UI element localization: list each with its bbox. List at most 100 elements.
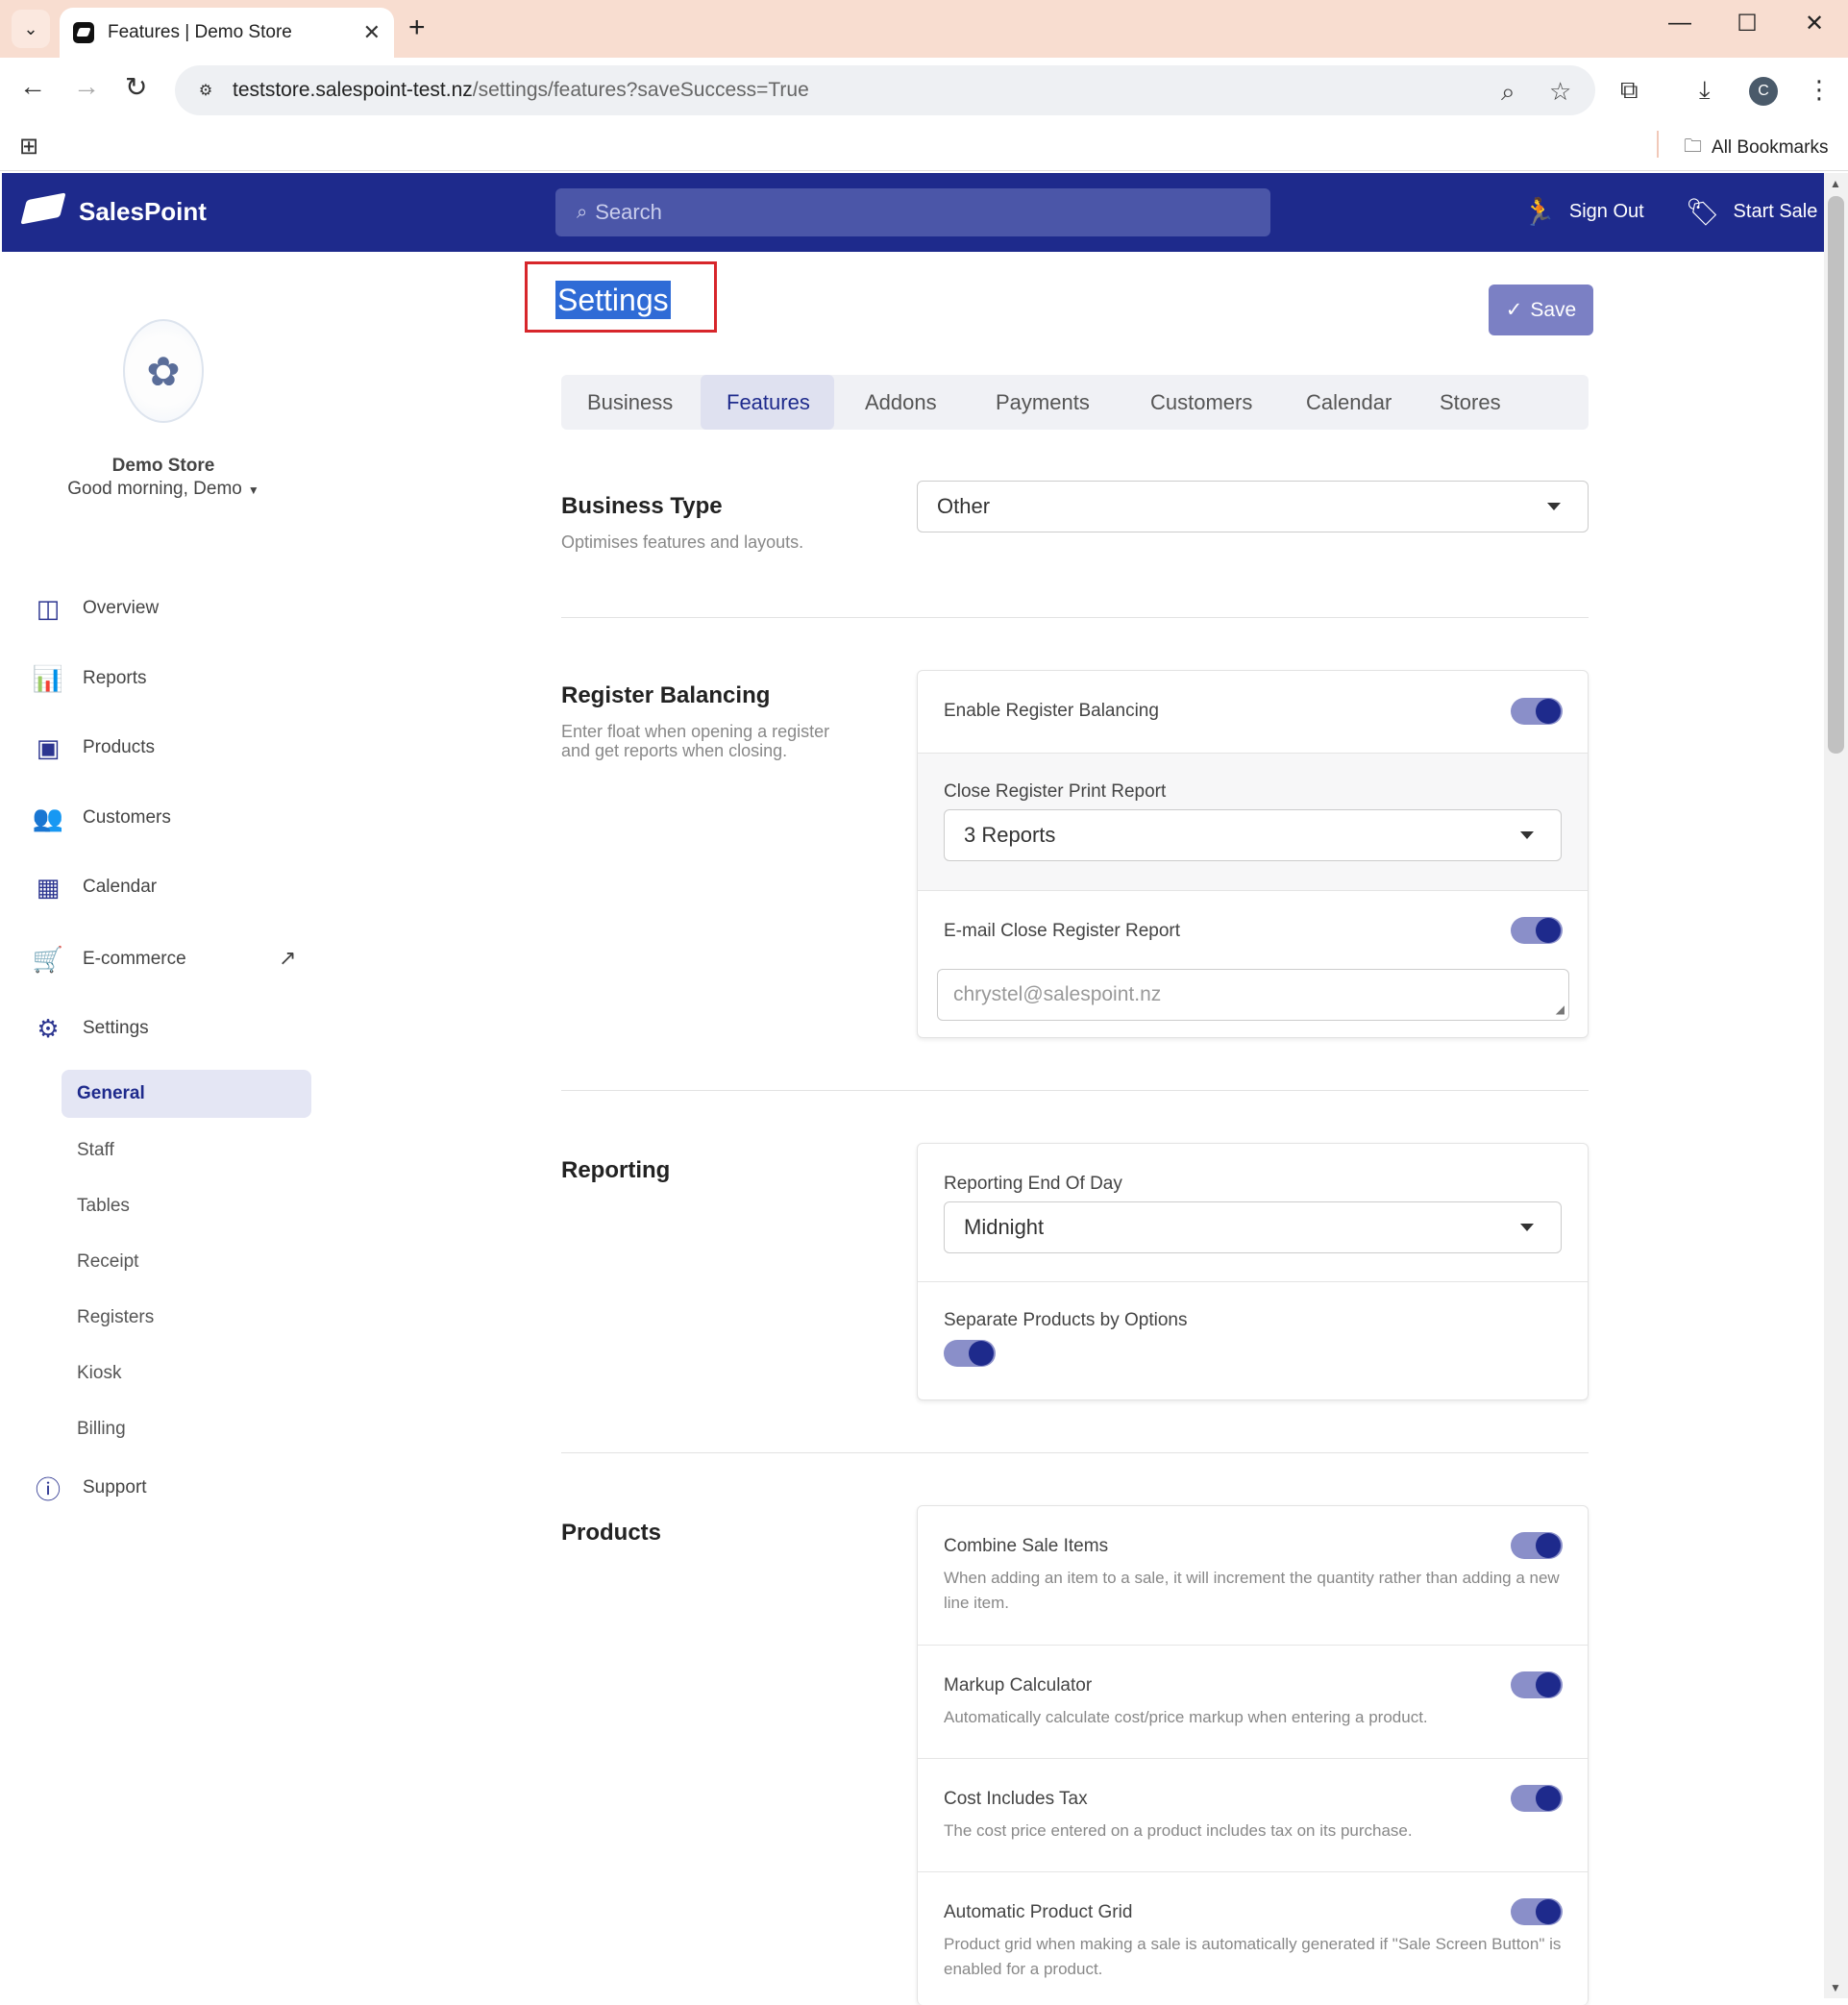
eod-label: Reporting End Of Day bbox=[944, 1174, 1122, 1194]
site-info-icon[interactable]: ⚙ bbox=[192, 77, 219, 104]
tab-calendar[interactable]: Calendar bbox=[1280, 375, 1422, 430]
email-report-field[interactable]: chrystel@salespoint.nz ◢ bbox=[937, 969, 1569, 1021]
scroll-up-icon[interactable]: ▲ bbox=[1830, 177, 1841, 190]
extensions-icon[interactable]: ⧉ bbox=[1620, 75, 1639, 106]
sidebar-item-overview[interactable]: ◫ Overview bbox=[33, 593, 159, 624]
browser-tab[interactable]: Features | Demo Store ✕ bbox=[60, 8, 394, 58]
enable-register-balancing-label: Enable Register Balancing bbox=[944, 701, 1159, 721]
bookmark-star-icon[interactable]: ☆ bbox=[1549, 77, 1571, 107]
print-report-label: Close Register Print Report bbox=[944, 781, 1167, 802]
settings-sub-billing[interactable]: Billing bbox=[77, 1419, 126, 1440]
settings-sub-general[interactable]: General bbox=[62, 1070, 311, 1118]
page-scrollbar[interactable]: ▲ ▼ bbox=[1824, 173, 1848, 1998]
zoom-icon[interactable]: ⌕ bbox=[1501, 77, 1515, 108]
scroll-down-icon[interactable]: ▼ bbox=[1830, 1981, 1841, 1994]
toggle-knob bbox=[969, 1341, 994, 1366]
user-menu[interactable]: Good morning, Demo ▼ bbox=[0, 479, 327, 500]
close-tab-icon[interactable]: ✕ bbox=[363, 20, 381, 45]
section-divider bbox=[561, 1090, 1589, 1091]
cost-includes-tax-label: Cost Includes Tax bbox=[944, 1789, 1088, 1809]
toggle-knob bbox=[1536, 699, 1561, 724]
toggle-knob bbox=[1536, 918, 1561, 943]
tab-customers[interactable]: Customers bbox=[1121, 375, 1280, 430]
store-logo: ✿ bbox=[123, 319, 204, 423]
settings-sub-registers[interactable]: Registers bbox=[77, 1307, 154, 1328]
tab-payments[interactable]: Payments bbox=[967, 375, 1121, 430]
minimize-button[interactable]: — bbox=[1651, 10, 1709, 37]
tag-icon: 🏷 bbox=[1686, 197, 1720, 227]
close-window-button[interactable]: ✕ bbox=[1786, 10, 1843, 37]
sidebar-item-reports[interactable]: 📊 Reports bbox=[33, 663, 147, 694]
caret-down-icon bbox=[1520, 831, 1534, 839]
start-sale-label: Start Sale bbox=[1733, 201, 1818, 222]
products-title: Products bbox=[561, 1520, 662, 1546]
all-bookmarks-label: All Bookmarks bbox=[1712, 137, 1829, 158]
cost-includes-tax-toggle[interactable] bbox=[1511, 1785, 1563, 1812]
eod-select[interactable]: Midnight bbox=[944, 1201, 1562, 1253]
external-link-icon[interactable]: ↗ bbox=[279, 946, 296, 971]
scrollbar-thumb[interactable] bbox=[1828, 196, 1844, 754]
enable-register-balancing-toggle[interactable] bbox=[1511, 698, 1563, 725]
check-icon: ✓ bbox=[1505, 299, 1523, 321]
greeting-text: Good morning, Demo bbox=[67, 479, 242, 499]
sidebar-item-settings[interactable]: ⚙ Settings bbox=[33, 1013, 148, 1044]
sidebar-item-support[interactable]: ⓘ Support bbox=[33, 1473, 147, 1504]
salespoint-logo[interactable]: SalesPoint bbox=[21, 192, 207, 231]
automatic-product-grid-toggle[interactable] bbox=[1511, 1898, 1563, 1925]
email-placeholder: chrystel@salespoint.nz bbox=[953, 983, 1162, 1005]
settings-sub-kiosk[interactable]: Kiosk bbox=[77, 1363, 121, 1384]
cart-icon: 🛒 bbox=[32, 944, 64, 974]
store-name: Demo Store bbox=[111, 456, 215, 476]
address-bar[interactable]: ⚙ teststore.salespoint-test.nz/settings/… bbox=[175, 65, 1595, 115]
start-sale-button[interactable]: 🏷 Start Sale bbox=[1686, 196, 1817, 228]
tab-features[interactable]: Features bbox=[701, 375, 834, 430]
toggle-knob bbox=[1536, 1899, 1561, 1924]
save-button[interactable]: ✓ Save bbox=[1489, 285, 1593, 335]
settings-sub-receipt[interactable]: Receipt bbox=[77, 1251, 138, 1273]
automatic-product-grid-hint: Product grid when making a sale is autom… bbox=[944, 1935, 1562, 1978]
users-icon: 👥 bbox=[32, 803, 64, 832]
save-label: Save bbox=[1530, 298, 1577, 321]
sidebar-item-products[interactable]: ▣ Products bbox=[33, 732, 155, 763]
settings-sub-staff[interactable]: Staff bbox=[77, 1140, 114, 1161]
sign-out-button[interactable]: 🏃 Sign Out bbox=[1522, 196, 1644, 228]
sidebar-item-label: Overview bbox=[83, 598, 160, 618]
email-report-toggle[interactable] bbox=[1511, 917, 1563, 944]
sidebar-item-ecommerce[interactable]: 🛒 E-commerce bbox=[33, 944, 186, 975]
back-button[interactable]: ← bbox=[19, 71, 46, 102]
maximize-button[interactable]: ☐ bbox=[1718, 10, 1776, 37]
browser-menu-icon[interactable]: ⋮ bbox=[1807, 75, 1832, 105]
download-icon[interactable]: ⤓ bbox=[1699, 75, 1711, 106]
calendar-icon: ▦ bbox=[36, 872, 61, 902]
new-tab-button[interactable]: + bbox=[408, 12, 426, 44]
business-type-select[interactable]: Other bbox=[917, 481, 1589, 532]
sidebar-item-label: Reports bbox=[83, 668, 147, 688]
settings-sub-tables[interactable]: Tables bbox=[77, 1196, 130, 1217]
forward-button[interactable]: → bbox=[73, 71, 100, 102]
cost-includes-tax-row: Cost Includes Tax The cost price entered… bbox=[918, 1758, 1588, 1871]
register-balancing-desc: Enter float when opening a register and … bbox=[561, 722, 830, 760]
tab-title: Features | Demo Store bbox=[108, 22, 292, 42]
automatic-product-grid-row: Automatic Product Grid Product grid when… bbox=[918, 1871, 1588, 2005]
separate-products-toggle[interactable] bbox=[944, 1340, 996, 1367]
search-input[interactable]: ⌕ Search bbox=[555, 188, 1270, 236]
sidebar-item-customers[interactable]: 👥 Customers bbox=[33, 803, 171, 833]
apps-grid-icon[interactable]: ⊞ bbox=[19, 133, 38, 161]
reload-button[interactable]: ↻ bbox=[125, 71, 147, 103]
tab-stores[interactable]: Stores bbox=[1422, 375, 1538, 430]
markup-calculator-toggle[interactable] bbox=[1511, 1671, 1563, 1698]
print-report-select[interactable]: 3 Reports bbox=[944, 809, 1562, 861]
sidebar-item-calendar[interactable]: ▦ Calendar bbox=[33, 872, 157, 903]
combine-sale-items-hint: When adding an item to a sale, it will i… bbox=[944, 1569, 1560, 1612]
profile-avatar[interactable]: C bbox=[1749, 77, 1778, 106]
page-title: Settings bbox=[555, 281, 671, 319]
markup-calculator-hint: Automatically calculate cost/price marku… bbox=[944, 1708, 1428, 1726]
all-bookmarks-button[interactable]: 🗀 All Bookmarks bbox=[1684, 133, 1828, 163]
toggle-knob bbox=[1536, 1672, 1561, 1697]
tab-search-button[interactable]: ⌄ bbox=[12, 10, 50, 48]
resize-handle-icon[interactable]: ◢ bbox=[1556, 1002, 1565, 1016]
caret-down-icon bbox=[1547, 503, 1561, 510]
combine-sale-items-toggle[interactable] bbox=[1511, 1532, 1563, 1559]
tab-business[interactable]: Business bbox=[561, 375, 701, 430]
tab-addons[interactable]: Addons bbox=[834, 375, 967, 430]
